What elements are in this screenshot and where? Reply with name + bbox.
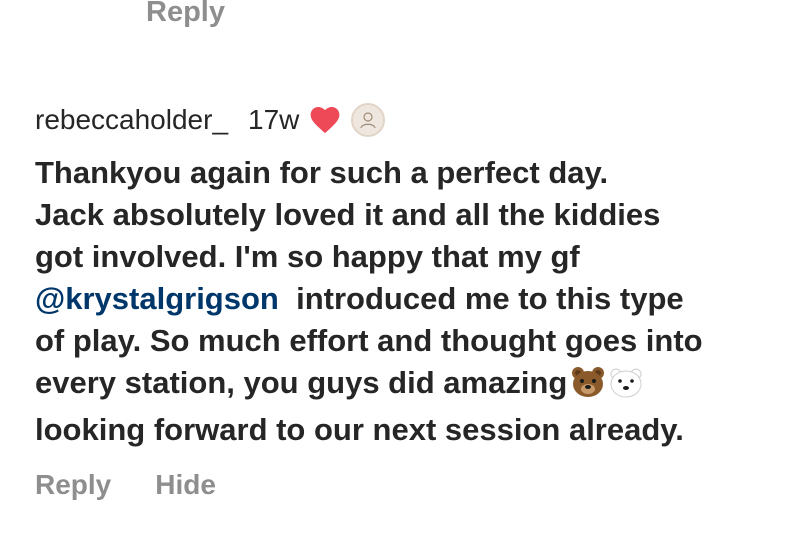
comment-line-text: every station, you guys did amazing (35, 365, 568, 400)
comment-meta: rebeccaholder_ 17w (35, 100, 795, 140)
avatar[interactable] (351, 103, 386, 137)
comment: rebeccaholder_ 17w Thankyou again for su… (35, 100, 795, 501)
comment-line: every station, you guys did amazing (35, 362, 795, 409)
heart-icon[interactable] (309, 104, 341, 136)
timestamp: 17w (248, 104, 300, 135)
comment-line: got involved. I'm so happy that my gf (35, 239, 580, 274)
reply-button[interactable]: Reply (35, 469, 111, 501)
comment-line-text: introduced me to this type (296, 281, 684, 316)
mention-link[interactable]: @krystalgrigson (35, 281, 279, 316)
hide-button[interactable]: Hide (155, 469, 216, 501)
username[interactable]: rebeccaholder_ (35, 104, 228, 136)
bear-emoji (571, 366, 605, 409)
comment-actions: Reply Hide (35, 469, 795, 501)
comment-line: @krystalgrigson introduced me to this ty… (35, 278, 795, 320)
previous-reply-button[interactable]: Reply (146, 0, 225, 29)
comment-text: Thankyou again for such a perfect day. J… (35, 152, 795, 451)
comment-line: Jack absolutely loved it and all the kid… (35, 197, 661, 232)
comment-line: Thankyou again for such a perfect day. (35, 155, 609, 190)
comment-line: of play. So much effort and thought goes… (35, 323, 703, 358)
polar-bear-emoji (609, 366, 643, 409)
comment-line: looking forward to our next session alre… (35, 412, 684, 447)
